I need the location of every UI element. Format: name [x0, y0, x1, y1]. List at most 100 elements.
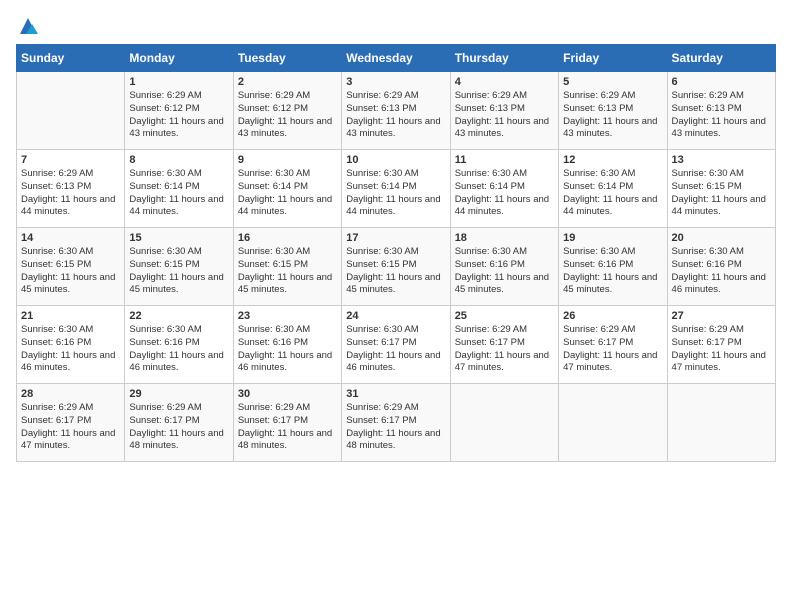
calendar-cell: 28 Sunrise: 6:29 AMSunset: 6:17 PMDayligh… [17, 384, 125, 462]
calendar-cell: 22 Sunrise: 6:30 AMSunset: 6:16 PMDayligh… [125, 306, 233, 384]
calendar-cell: 4Sunrise: 6:29 AMSunset: 6:13 PMDaylight… [450, 72, 558, 150]
day-number: 14 [21, 232, 120, 244]
day-number: 20 [672, 232, 771, 244]
day-number: 18 [455, 232, 554, 244]
day-number: 11 [455, 154, 554, 166]
cell-info: Sunrise: 6:30 AMSunset: 6:16 PMDaylight:… [563, 246, 662, 297]
calendar-cell: 9 Sunrise: 6:30 AMSunset: 6:14 PMDaylight… [233, 150, 341, 228]
day-number: 5 [563, 76, 662, 88]
cell-info: Sunrise: 6:30 AMSunset: 6:14 PMDaylight:… [346, 168, 445, 219]
logo-icon [18, 16, 38, 36]
header-sunday: Sunday [17, 45, 125, 72]
day-number: 15 [129, 232, 228, 244]
day-number: 29 [129, 388, 228, 400]
calendar-cell: 23 Sunrise: 6:30 AMSunset: 6:16 PMDayligh… [233, 306, 341, 384]
cell-info: Sunrise: 6:30 AMSunset: 6:14 PMDaylight:… [238, 168, 337, 219]
calendar-cell: 8 Sunrise: 6:30 AMSunset: 6:14 PMDaylight… [125, 150, 233, 228]
calendar-cell: 13 Sunrise: 6:30 AMSunset: 6:15 PMDayligh… [667, 150, 775, 228]
cell-info: Sunrise: 6:30 AMSunset: 6:16 PMDaylight:… [238, 324, 337, 375]
cell-info: Sunrise: 6:30 AMSunset: 6:15 PMDaylight:… [129, 246, 228, 297]
cell-info: Sunrise: 6:29 AMSunset: 6:12 PMDaylight:… [129, 90, 228, 141]
calendar-cell: 31 Sunrise: 6:29 AMSunset: 6:17 PMDayligh… [342, 384, 450, 462]
cell-info: Sunrise: 6:30 AMSunset: 6:16 PMDaylight:… [21, 324, 120, 375]
day-number: 8 [129, 154, 228, 166]
cell-info: Sunrise: 6:29 AMSunset: 6:13 PMDaylight:… [672, 90, 771, 141]
day-number: 17 [346, 232, 445, 244]
page-header [16, 16, 776, 36]
day-number: 12 [563, 154, 662, 166]
calendar-cell [667, 384, 775, 462]
day-number: 25 [455, 310, 554, 322]
day-number: 10 [346, 154, 445, 166]
calendar-cell: 3 Sunrise: 6:29 AMSunset: 6:13 PMDaylight… [342, 72, 450, 150]
day-number: 27 [672, 310, 771, 322]
calendar-cell: 19 Sunrise: 6:30 AMSunset: 6:16 PMDayligh… [559, 228, 667, 306]
calendar-cell: 7Sunrise: 6:29 AMSunset: 6:13 PMDaylight… [17, 150, 125, 228]
day-number: 30 [238, 388, 337, 400]
cell-info: Sunrise: 6:29 AMSunset: 6:17 PMDaylight:… [238, 402, 337, 453]
cell-info: Sunrise: 6:30 AMSunset: 6:15 PMDaylight:… [238, 246, 337, 297]
day-number: 16 [238, 232, 337, 244]
calendar-cell: 16 Sunrise: 6:30 AMSunset: 6:15 PMDayligh… [233, 228, 341, 306]
day-number: 19 [563, 232, 662, 244]
calendar-cell: 21 Sunrise: 6:30 AMSunset: 6:16 PMDayligh… [17, 306, 125, 384]
calendar-cell: 1 Sunrise: 6:29 AMSunset: 6:12 PMDaylight… [125, 72, 233, 150]
day-number: 22 [129, 310, 228, 322]
calendar-cell: 24 Sunrise: 6:30 AMSunset: 6:17 PMDayligh… [342, 306, 450, 384]
day-number: 1 [129, 76, 228, 88]
day-number: 2 [238, 76, 337, 88]
cell-info: Sunrise: 6:30 AMSunset: 6:15 PMDaylight:… [346, 246, 445, 297]
header-friday: Friday [559, 45, 667, 72]
day-number: 24 [346, 310, 445, 322]
header-wednesday: Wednesday [342, 45, 450, 72]
cell-info: Sunrise: 6:30 AMSunset: 6:16 PMDaylight:… [129, 324, 228, 375]
cell-info: Sunrise: 6:29 AMSunset: 6:13 PMDaylight:… [455, 90, 554, 141]
header-tuesday: Tuesday [233, 45, 341, 72]
calendar-cell: 10 Sunrise: 6:30 AMSunset: 6:14 PMDayligh… [342, 150, 450, 228]
cell-info: Sunrise: 6:30 AMSunset: 6:14 PMDaylight:… [563, 168, 662, 219]
cell-info: Sunrise: 6:29 AMSunset: 6:17 PMDaylight:… [129, 402, 228, 453]
cell-info: Sunrise: 6:30 AMSunset: 6:15 PMDaylight:… [21, 246, 120, 297]
cell-info: Sunrise: 6:29 AMSunset: 6:17 PMDaylight:… [346, 402, 445, 453]
cell-info: Sunrise: 6:30 AMSunset: 6:17 PMDaylight:… [346, 324, 445, 375]
calendar-cell: 15 Sunrise: 6:30 AMSunset: 6:15 PMDayligh… [125, 228, 233, 306]
cell-info: Sunrise: 6:29 AMSunset: 6:13 PMDaylight:… [21, 168, 120, 219]
header-saturday: Saturday [667, 45, 775, 72]
calendar-cell: 25 Sunrise: 6:29 AMSunset: 6:17 PMDayligh… [450, 306, 558, 384]
calendar-cell: 6 Sunrise: 6:29 AMSunset: 6:13 PMDaylight… [667, 72, 775, 150]
cell-info: Sunrise: 6:29 AMSunset: 6:17 PMDaylight:… [21, 402, 120, 453]
day-number: 31 [346, 388, 445, 400]
cell-info: Sunrise: 6:30 AMSunset: 6:14 PMDaylight:… [455, 168, 554, 219]
calendar-cell [17, 72, 125, 150]
logo [16, 16, 38, 36]
cell-info: Sunrise: 6:30 AMSunset: 6:16 PMDaylight:… [672, 246, 771, 297]
day-number: 21 [21, 310, 120, 322]
calendar-cell: 14 Sunrise: 6:30 AMSunset: 6:15 PMDayligh… [17, 228, 125, 306]
cell-info: Sunrise: 6:30 AMSunset: 6:16 PMDaylight:… [455, 246, 554, 297]
calendar-cell: 20 Sunrise: 6:30 AMSunset: 6:16 PMDayligh… [667, 228, 775, 306]
calendar-cell: 29 Sunrise: 6:29 AMSunset: 6:17 PMDayligh… [125, 384, 233, 462]
day-number: 3 [346, 76, 445, 88]
calendar-cell [450, 384, 558, 462]
day-number: 28 [21, 388, 120, 400]
calendar-cell [559, 384, 667, 462]
day-number: 23 [238, 310, 337, 322]
day-number: 9 [238, 154, 337, 166]
calendar-table: SundayMondayTuesdayWednesdayThursdayFrid… [16, 44, 776, 462]
calendar-cell: 26Sunrise: 6:29 AMSunset: 6:17 PMDayligh… [559, 306, 667, 384]
cell-info: Sunrise: 6:29 AMSunset: 6:17 PMDaylight:… [563, 324, 662, 375]
cell-info: Sunrise: 6:29 AMSunset: 6:17 PMDaylight:… [455, 324, 554, 375]
calendar-cell: 2Sunrise: 6:29 AMSunset: 6:12 PMDaylight… [233, 72, 341, 150]
calendar-cell: 5 Sunrise: 6:29 AMSunset: 6:13 PMDaylight… [559, 72, 667, 150]
calendar-cell: 11 Sunrise: 6:30 AMSunset: 6:14 PMDayligh… [450, 150, 558, 228]
calendar-cell: 12 Sunrise: 6:30 AMSunset: 6:14 PMDayligh… [559, 150, 667, 228]
cell-info: Sunrise: 6:29 AMSunset: 6:13 PMDaylight:… [563, 90, 662, 141]
cell-info: Sunrise: 6:29 AMSunset: 6:13 PMDaylight:… [346, 90, 445, 141]
header-monday: Monday [125, 45, 233, 72]
day-number: 13 [672, 154, 771, 166]
cell-info: Sunrise: 6:30 AMSunset: 6:14 PMDaylight:… [129, 168, 228, 219]
day-number: 6 [672, 76, 771, 88]
calendar-cell: 30 Sunrise: 6:29 AMSunset: 6:17 PMDayligh… [233, 384, 341, 462]
cell-info: Sunrise: 6:30 AMSunset: 6:15 PMDaylight:… [672, 168, 771, 219]
cell-info: Sunrise: 6:29 AMSunset: 6:17 PMDaylight:… [672, 324, 771, 375]
